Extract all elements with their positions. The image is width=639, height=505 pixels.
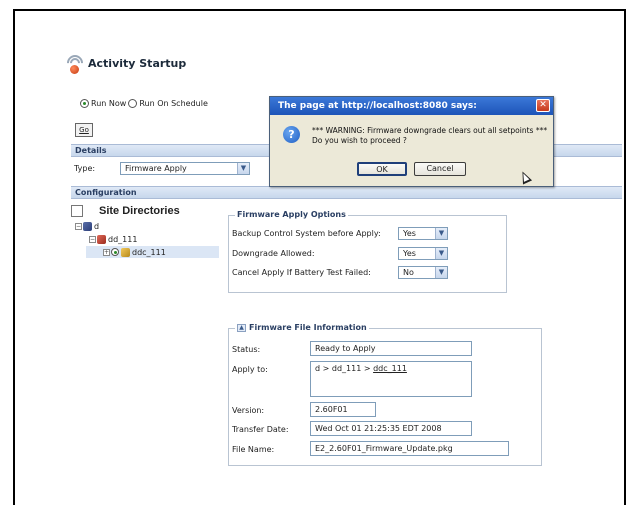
site-icon <box>83 222 92 231</box>
cancel-apply-select[interactable]: No ▼ <box>398 266 448 279</box>
downgrade-allowed-label: Downgrade Allowed: <box>232 249 315 258</box>
tree-node-label: ddc_111 <box>132 247 166 257</box>
backup-control-select[interactable]: Yes ▼ <box>398 227 448 240</box>
device-group-icon <box>97 235 106 244</box>
question-icon: ? <box>283 126 300 143</box>
run-on-schedule-radio[interactable] <box>128 99 138 108</box>
dialog-question-line: Do you wish to proceed ? <box>312 136 407 145</box>
run-now-radio[interactable] <box>80 99 89 108</box>
ok-button[interactable]: OK <box>357 162 407 176</box>
run-options: Run Now Run On Schedule <box>80 99 208 108</box>
status-field: Ready to Apply <box>310 341 472 356</box>
apply-to-field: d > dd_111 > ddc_111 <box>310 361 472 397</box>
dialog-title: The page at http://localhost:8080 says: <box>278 101 477 111</box>
tree-node-label: dd_111 <box>108 235 138 244</box>
apply-to-path: d > dd_111 > <box>315 364 374 373</box>
page-title: Activity Startup <box>88 56 187 70</box>
type-row: Type: Firmware Apply ▼ <box>74 162 250 175</box>
go-button[interactable]: Go <box>75 123 93 137</box>
file-name-label: File Name: <box>232 445 275 454</box>
page-header: Activity Startup <box>63 51 187 75</box>
chevron-down-icon[interactable]: ▼ <box>435 248 447 259</box>
tree-title: Site Directories <box>99 205 180 217</box>
type-label: Type: <box>74 164 96 173</box>
activity-logo-icon <box>63 51 87 75</box>
version-field: 2.60F01 <box>310 402 376 417</box>
type-select[interactable]: Firmware Apply ▼ <box>120 162 250 175</box>
backup-control-label: Backup Control System before Apply: <box>232 229 381 238</box>
dialog-message: *** WARNING: Firmware downgrade clears o… <box>312 126 547 146</box>
cancel-apply-value: No <box>403 268 414 277</box>
options-legend: Firmware Apply Options <box>235 210 348 219</box>
collapse-icon[interactable]: − <box>75 223 82 230</box>
configuration-section-header: Configuration <box>71 186 622 199</box>
file-name-field: E2_2.60F01_Firmware_Update.pkg <box>310 441 509 456</box>
apply-to-label: Apply to: <box>232 365 268 374</box>
downgrade-allowed-select[interactable]: Yes ▼ <box>398 247 448 260</box>
file-info-legend[interactable]: ▲ Firmware File Information <box>235 323 369 332</box>
apply-to-link[interactable]: ddc_111 <box>373 364 407 373</box>
node-select-radio[interactable] <box>111 248 119 256</box>
tree-node-label: d <box>94 222 100 231</box>
site-tree: Site Directories <box>71 205 180 217</box>
cancel-apply-label: Cancel Apply If Battery Test Failed: <box>232 268 371 277</box>
run-now-label: Run Now <box>91 99 127 108</box>
collapse-section-icon[interactable]: ▲ <box>237 323 246 332</box>
backup-control-value: Yes <box>403 229 416 238</box>
run-on-schedule-label: Run On Schedule <box>139 99 208 108</box>
tree-node-dd-111[interactable]: − dd_111 <box>89 235 137 244</box>
expand-icon[interactable]: + <box>103 248 110 256</box>
file-info-legend-text: Firmware File Information <box>249 323 367 332</box>
dialog-titlebar[interactable]: The page at http://localhost:8080 says: … <box>270 97 553 115</box>
transfer-date-field: Wed Oct 01 21:25:35 EDT 2008 <box>310 421 472 436</box>
collapse-icon[interactable]: − <box>89 236 96 243</box>
chevron-down-icon[interactable]: ▼ <box>435 228 447 239</box>
confirm-dialog: The page at http://localhost:8080 says: … <box>269 96 554 187</box>
chevron-down-icon[interactable]: ▼ <box>237 163 249 174</box>
cancel-button[interactable]: Cancel <box>414 162 466 176</box>
tree-node-d[interactable]: − d <box>75 222 99 231</box>
version-label: Version: <box>232 406 265 415</box>
type-select-value: Firmware Apply <box>125 164 187 173</box>
downgrade-allowed-value: Yes <box>403 249 416 258</box>
status-label: Status: <box>232 345 261 354</box>
controller-icon <box>121 247 130 257</box>
dialog-warning-line: *** WARNING: Firmware downgrade clears o… <box>312 126 548 135</box>
site-directories-checkbox[interactable] <box>71 205 83 217</box>
transfer-date-label: Transfer Date: <box>232 425 289 434</box>
chevron-down-icon[interactable]: ▼ <box>435 267 447 278</box>
tree-node-ddc-111[interactable]: + ddc_111 <box>86 246 219 258</box>
close-icon[interactable]: ✕ <box>536 99 550 112</box>
